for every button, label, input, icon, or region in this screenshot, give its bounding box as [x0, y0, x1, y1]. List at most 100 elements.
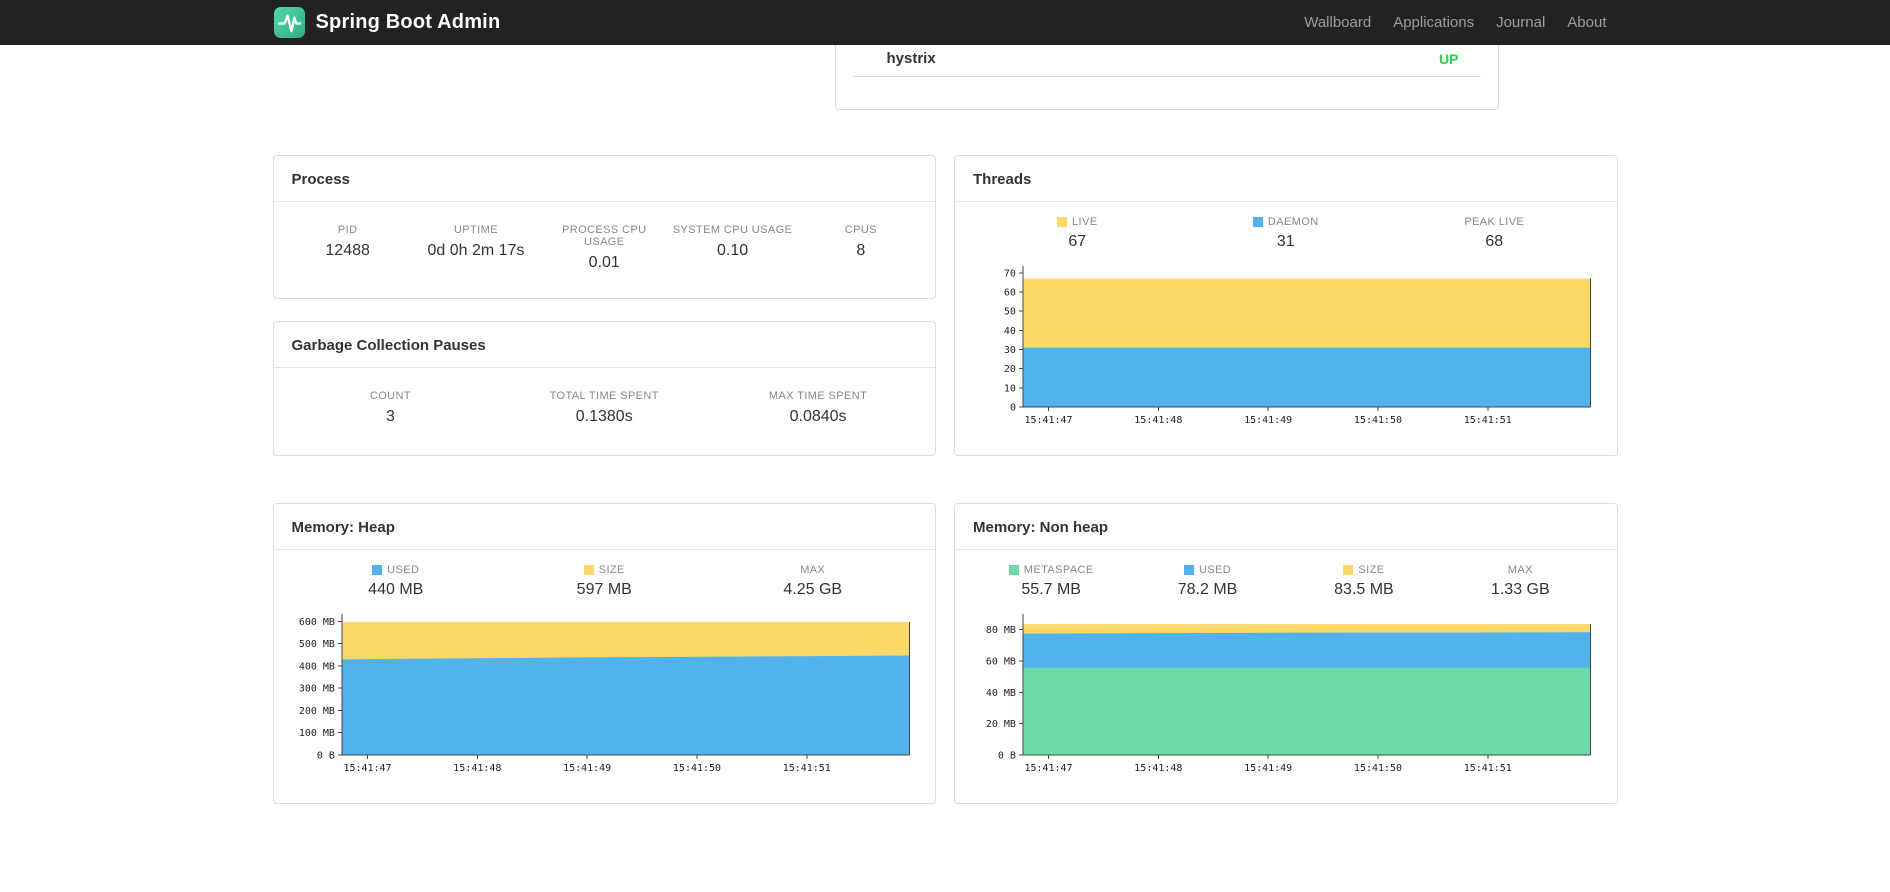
nonheap-legend: METASPACE 55.7 MB USED 78.2 MB SIZE 83.5…	[973, 564, 1599, 599]
svg-text:60 MB: 60 MB	[986, 656, 1016, 667]
gc-metrics: COUNT 3 TOTAL TIME SPENT 0.1380s MAX TIM…	[274, 368, 936, 455]
legend-swatch	[1183, 565, 1194, 575]
legend-value: 67	[1068, 233, 1087, 250]
legend-swatch	[1057, 217, 1068, 227]
panel-title-gc: Garbage Collection Pauses	[273, 322, 935, 368]
metric-cpus: CPUS 8	[797, 224, 925, 272]
svg-text:100 MB: 100 MB	[298, 728, 334, 739]
svg-text:200 MB: 200 MB	[298, 706, 334, 717]
legend-value: 440 MB	[368, 581, 424, 598]
svg-text:15:41:49: 15:41:49	[563, 763, 611, 774]
svg-text:40 MB: 40 MB	[986, 688, 1016, 699]
legend-value: 55.7 MB	[1021, 581, 1081, 598]
metric-value: 0d 0h 2m 17s	[427, 242, 525, 259]
memory-heap-body: USED 440 MB SIZE 597 MB MAX 4.25 GB 0 B …	[274, 550, 936, 803]
application-name[interactable]: hystrix	[887, 50, 936, 67]
memory-nonheap-panel: Memory: Non heap METASPACE 55.7 MB USED …	[954, 503, 1618, 804]
status-badge: UP	[1439, 50, 1459, 67]
metric-label: PID	[337, 224, 358, 236]
metric-value: 3	[385, 408, 395, 425]
svg-text:15:41:48: 15:41:48	[1134, 415, 1182, 426]
metric-value: 12488	[325, 242, 370, 259]
metric-uptime: UPTIME 0d 0h 2m 17s	[412, 224, 540, 272]
svg-text:60: 60	[1004, 288, 1016, 299]
legend-label: SIZE	[1358, 564, 1385, 576]
legend-label: DAEMON	[1267, 216, 1319, 228]
metric-label: UPTIME	[453, 224, 498, 236]
legend-item-size: SIZE 597 MB	[500, 564, 709, 599]
legend-item-max: MAX 4.25 GB	[709, 564, 918, 599]
nav-item-wallboard[interactable]: Wallboard	[1293, 14, 1382, 31]
metric-value: 0.10	[716, 242, 749, 259]
legend-swatch	[372, 565, 383, 575]
brand-link[interactable]: Spring Boot Admin	[273, 6, 501, 39]
legend-item-live: LIVE 67	[973, 216, 1182, 251]
legend-label: USED	[387, 564, 420, 576]
legend-value: 597 MB	[576, 581, 632, 598]
legend-value: 1.33 GB	[1490, 581, 1550, 598]
svg-text:0 B: 0 B	[998, 750, 1016, 761]
legend-value: 83.5 MB	[1334, 581, 1394, 598]
gc-pauses-panel: Garbage Collection Pauses COUNT 3 TOTAL …	[272, 321, 936, 456]
legend-swatch	[583, 565, 594, 575]
svg-text:40: 40	[1004, 326, 1016, 337]
column-right: Threads LIVE 67 DAEMON 31 PEAK LIVE 68 0…	[954, 155, 1618, 456]
nav-links: Wallboard Applications Journal About	[1293, 14, 1617, 31]
panel-title-threads: Threads	[955, 156, 1617, 202]
column-right-memory: Memory: Non heap METASPACE 55.7 MB USED …	[954, 503, 1618, 804]
metric-label: CPUS	[844, 224, 877, 236]
threads-body: LIVE 67 DAEMON 31 PEAK LIVE 68 0 10 20 3…	[955, 202, 1617, 455]
svg-text:15:41:51: 15:41:51	[1464, 415, 1512, 426]
legend-label: SIZE	[598, 564, 625, 576]
legend-swatch	[1343, 565, 1354, 575]
legend-value: 4.25 GB	[783, 581, 843, 598]
row-memory: Memory: Heap USED 440 MB SIZE 597 MB MAX…	[272, 503, 1618, 804]
svg-text:15:41:47: 15:41:47	[1024, 763, 1072, 774]
metric-value: 0.1380s	[575, 408, 633, 425]
svg-text:15:41:49: 15:41:49	[1244, 763, 1292, 774]
memory-nonheap-body: METASPACE 55.7 MB USED 78.2 MB SIZE 83.5…	[955, 550, 1617, 803]
memory-nonheap-chart: 0 B 20 MB 40 MB 60 MB 80 MB 15:41:47 15:41:48 1…	[986, 614, 1592, 774]
metric-label: SYSTEM CPU USAGE	[672, 224, 793, 236]
heap-legend: USED 440 MB SIZE 597 MB MAX 4.25 GB	[292, 564, 918, 599]
svg-text:600 MB: 600 MB	[298, 617, 334, 628]
application-row[interactable]: hystrix UP	[852, 45, 1481, 77]
svg-text:500 MB: 500 MB	[298, 639, 334, 650]
legend-item-size: SIZE 83.5 MB	[1286, 564, 1442, 599]
metric-value: 0.0840s	[789, 408, 847, 425]
legend-label: METASPACE	[1023, 564, 1094, 576]
process-panel: Process PID 12488 UPTIME 0d 0h 2m 17s PR…	[272, 155, 936, 299]
column-left: Process PID 12488 UPTIME 0d 0h 2m 17s PR…	[272, 155, 936, 456]
legend-item-max: MAX 1.33 GB	[1442, 564, 1598, 599]
svg-text:0: 0	[1010, 402, 1016, 413]
legend-label: USED	[1198, 564, 1232, 576]
legend-item-metaspace: METASPACE 55.7 MB	[973, 564, 1129, 599]
nav-item-about[interactable]: About	[1556, 14, 1617, 31]
svg-text:15:41:50: 15:41:50	[1354, 763, 1402, 774]
memory-heap-panel: Memory: Heap USED 440 MB SIZE 597 MB MAX…	[272, 503, 936, 804]
svg-text:400 MB: 400 MB	[298, 662, 334, 673]
legend-value: 68	[1485, 233, 1504, 250]
svg-text:15:41:49: 15:41:49	[1244, 415, 1292, 426]
svg-text:20: 20	[1004, 364, 1016, 375]
metric-label: PROCESS CPU USAGE	[562, 224, 647, 248]
svg-text:10: 10	[1004, 383, 1016, 394]
nav-item-journal[interactable]: Journal	[1485, 14, 1556, 31]
svg-text:15:41:50: 15:41:50	[1354, 415, 1402, 426]
threads-panel: Threads LIVE 67 DAEMON 31 PEAK LIVE 68 0…	[954, 155, 1618, 456]
metric-label: TOTAL TIME SPENT	[549, 390, 659, 402]
svg-text:30: 30	[1004, 345, 1016, 356]
metric-label: COUNT	[369, 390, 411, 402]
panel-title-memory-heap: Memory: Heap	[273, 504, 935, 550]
svg-text:15:41:48: 15:41:48	[1134, 763, 1182, 774]
metric-pid: PID 12488	[284, 224, 412, 272]
row-process-threads: Process PID 12488 UPTIME 0d 0h 2m 17s PR…	[272, 155, 1618, 456]
navbar-container: Spring Boot Admin Wallboard Applications…	[273, 0, 1618, 45]
nav-item-applications[interactable]: Applications	[1382, 14, 1485, 31]
legend-value: 78.2 MB	[1177, 581, 1238, 598]
metric-label: MAX TIME SPENT	[768, 390, 868, 402]
panel-title-process: Process	[273, 156, 935, 202]
legend-value: 31	[1276, 233, 1295, 250]
metric-gc-total-time: TOTAL TIME SPENT 0.1380s	[497, 390, 711, 429]
legend-item-used: USED 78.2 MB	[1129, 564, 1285, 599]
